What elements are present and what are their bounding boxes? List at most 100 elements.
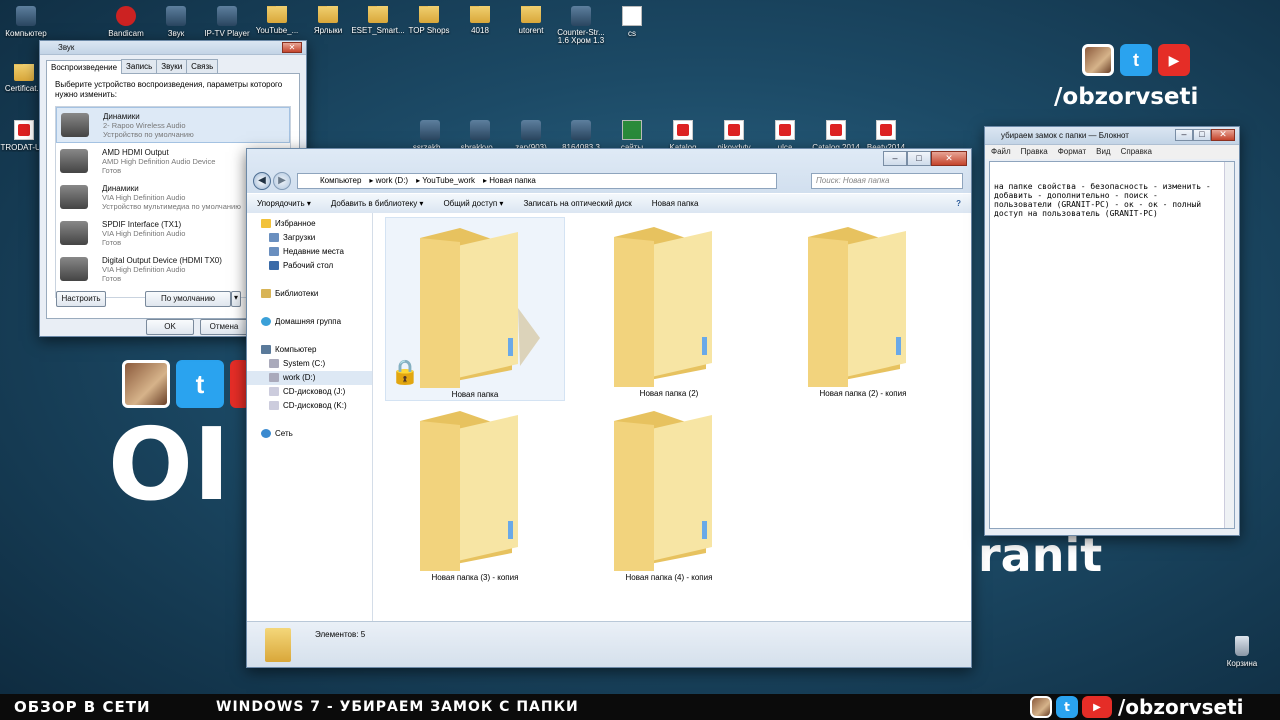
desktop-icon-recycle-bin[interactable]: Корзина xyxy=(1214,636,1270,668)
maximize-button[interactable]: □ xyxy=(1193,129,1211,141)
recent-places-icon xyxy=(269,247,279,257)
banner-title: WINDOWS 7 - УБИРАЕМ ЗАМОК С ПАПКИ xyxy=(216,699,579,715)
nav-network[interactable]: Сеть xyxy=(247,427,372,441)
vertical-scrollbar[interactable] xyxy=(1224,162,1234,528)
folder-item[interactable]: Новая папка (2) - копия xyxy=(773,217,953,401)
nav-libraries[interactable]: Библиотеки xyxy=(247,287,372,301)
nav-favorites[interactable]: Избранное xyxy=(247,217,372,231)
device-status: Устройство мультимедиа по умолчанию xyxy=(102,201,241,211)
set-default-button[interactable]: По умолчанию xyxy=(145,291,231,307)
notepad-text-area[interactable]: на папке свойства - безопасность - измен… xyxy=(989,161,1235,529)
desktop-icon-4018[interactable]: 4018 xyxy=(452,6,508,35)
notepad-window-controls: – □ ✕ xyxy=(1175,129,1235,141)
desktop-icon-cs[interactable]: cs xyxy=(604,6,660,38)
brand-handle: /obzorvseti xyxy=(1054,84,1199,110)
help-icon[interactable]: ? xyxy=(956,199,961,208)
menu-edit[interactable]: Правка xyxy=(1021,145,1048,159)
search-input[interactable]: Поиск: Новая папка xyxy=(811,173,963,189)
ok-button[interactable]: OK xyxy=(146,319,194,335)
banner-channel: ОБЗОР В СЕТИ xyxy=(14,698,151,716)
drive-icon xyxy=(269,359,279,369)
sound-dialog-titlebar[interactable]: Звук ✕ xyxy=(40,41,306,55)
menu-format[interactable]: Формат xyxy=(1058,145,1086,159)
folder-item[interactable]: Новая папка (2) xyxy=(579,217,759,401)
desktop-icon xyxy=(269,261,279,271)
tab-playback[interactable]: Воспроизведение xyxy=(46,60,123,74)
share-button[interactable]: Общий доступ ▾ xyxy=(443,199,503,208)
menu-view[interactable]: Вид xyxy=(1096,145,1110,159)
desktop-icon-iptv[interactable]: IP-TV Player xyxy=(199,6,255,38)
item-count: Элементов: 5 xyxy=(315,630,366,639)
navigation-pane: Избранное Загрузки Недавние места Рабочи… xyxy=(247,213,373,621)
breadcrumb-current[interactable]: Новая папка xyxy=(489,176,536,185)
nav-computer[interactable]: Компьютер xyxy=(247,343,372,357)
nav-drive-c[interactable]: System (C:) xyxy=(247,357,372,371)
close-button[interactable]: ✕ xyxy=(931,151,967,166)
folder-item[interactable]: Новая папка (4) - копия xyxy=(579,401,759,585)
set-default-dropdown[interactable]: ▾ xyxy=(231,291,241,307)
folder-item[interactable]: Новая папка (3) - копия xyxy=(385,401,565,585)
pdf-icon xyxy=(775,120,795,140)
nav-recent[interactable]: Недавние места xyxy=(247,245,372,259)
desktop-icon-shortcuts[interactable]: Ярлыки xyxy=(300,6,356,35)
folder-icon xyxy=(808,227,906,387)
desktop-icon-topshops[interactable]: TOP Shops xyxy=(401,6,457,35)
device-name: Динамики xyxy=(102,183,139,193)
drive-icon xyxy=(269,373,279,383)
monitor-icon xyxy=(60,257,88,281)
close-button[interactable]: ✕ xyxy=(1211,129,1235,141)
computer-icon xyxy=(16,6,36,26)
tab-communications[interactable]: Связь xyxy=(186,59,219,73)
bandicam-icon xyxy=(116,6,136,26)
breadcrumb-computer[interactable]: Компьютер xyxy=(320,176,361,185)
folder-icon xyxy=(265,628,291,662)
forward-button[interactable]: ▶ xyxy=(273,172,291,190)
device-status: Готов xyxy=(102,273,122,283)
twitter-icon: t xyxy=(176,360,224,408)
nav-downloads[interactable]: Загрузки xyxy=(247,231,372,245)
desktop-icon-bandicam[interactable]: Bandicam xyxy=(98,6,154,38)
minimize-button[interactable]: – xyxy=(1175,129,1193,141)
folder-label: Новая папка (2) - копия xyxy=(819,389,907,398)
folder-item[interactable]: 🔒 Новая папка xyxy=(385,217,565,401)
desktop-icon-cs16[interactable]: Counter-Str... 1.6 Хром 1.3 xyxy=(553,6,609,45)
nav-desktop[interactable]: Рабочий стол xyxy=(247,259,372,273)
organize-button[interactable]: Упорядочить ▾ xyxy=(257,199,311,208)
configure-button[interactable]: Настроить xyxy=(56,291,106,307)
nav-cd-k[interactable]: CD-дисковод (K:) xyxy=(247,399,372,413)
device-item[interactable]: Динамики 2- Rapoo Wireless Audio Устройств… xyxy=(56,107,290,143)
desktop-icon-eset[interactable]: ESET_Smart... xyxy=(350,6,406,35)
nav-homegroup[interactable]: Домашняя группа xyxy=(247,315,372,329)
minimize-button[interactable]: – xyxy=(883,151,907,166)
burn-button[interactable]: Записать на оптический диск xyxy=(523,199,631,208)
game-icon xyxy=(571,6,591,26)
new-folder-button[interactable]: Новая папка xyxy=(652,199,699,208)
desktop-icon-computer[interactable]: Компьютер xyxy=(0,6,54,38)
desktop-icon-utorent[interactable]: utorent xyxy=(503,6,559,35)
desktop-icon-youtube[interactable]: YouTube_... xyxy=(249,6,305,35)
notepad-title: убираем замок с папки — Блокнот xyxy=(1001,131,1129,140)
tab-sounds[interactable]: Звуки xyxy=(156,59,188,73)
nav-drive-d[interactable]: work (D:) xyxy=(247,371,372,385)
device-name: SPDIF Interface (TX1) xyxy=(102,219,182,229)
menu-file[interactable]: Файл xyxy=(991,145,1011,159)
maximize-button[interactable]: □ xyxy=(907,151,931,166)
sound-tabs: Воспроизведение Запись Звуки Связь xyxy=(46,59,306,74)
notepad-menubar: Файл Правка Формат Вид Справка xyxy=(985,145,1239,159)
sound-dialog-close-button[interactable]: ✕ xyxy=(282,42,302,53)
nav-cd-j[interactable]: CD-дисковод (J:) xyxy=(247,385,372,399)
tab-recording[interactable]: Запись xyxy=(121,59,158,73)
youtube-icon: ▶ xyxy=(1158,44,1190,76)
desktop-icon-sound[interactable]: Звук xyxy=(148,6,204,38)
breadcrumb-youtube-work[interactable]: YouTube_work xyxy=(422,176,475,185)
notepad-titlebar[interactable]: убираем замок с папки — Блокнот – □ ✕ xyxy=(985,127,1239,145)
instagram-icon xyxy=(122,360,170,408)
breadcrumb-drive[interactable]: work (D:) xyxy=(376,176,408,185)
menu-help[interactable]: Справка xyxy=(1121,145,1152,159)
add-to-library-button[interactable]: Добавить в библиотеку ▾ xyxy=(331,199,424,208)
back-button[interactable]: ◀ xyxy=(253,172,271,190)
address-bar[interactable]: Компьютер ▸ work (D:) ▸ YouTube_work ▸ Нова… xyxy=(297,173,777,189)
cancel-button[interactable]: Отмена xyxy=(200,319,248,335)
folder-icon xyxy=(521,6,541,23)
monitor-icon xyxy=(60,149,88,173)
